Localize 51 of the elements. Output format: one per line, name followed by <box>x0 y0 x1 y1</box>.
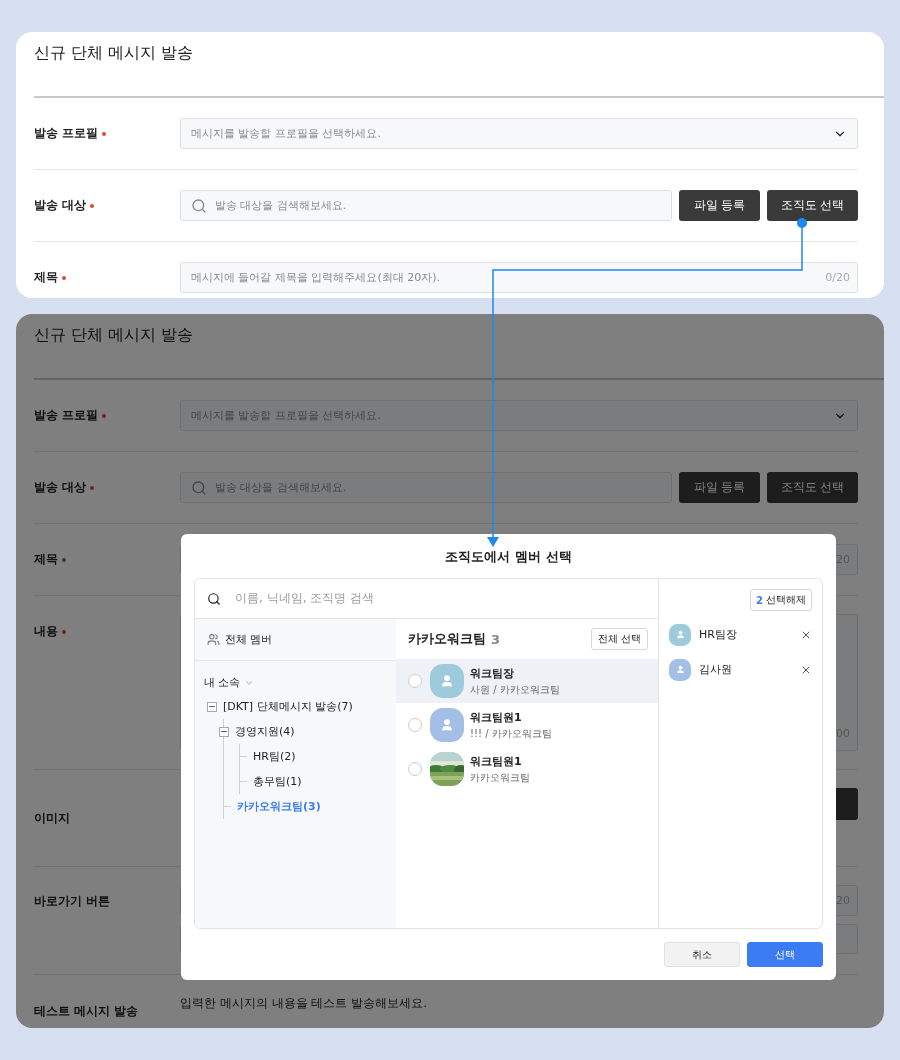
tree-item[interactable]: 총무팀(1) <box>253 774 302 789</box>
selected-member-name: HR팀장 <box>699 627 738 642</box>
team-name: 카카오워크팀 <box>408 630 486 648</box>
search-icon <box>207 591 221 606</box>
group-dropdown[interactable]: 내 소속 <box>195 661 396 694</box>
member-count: 3 <box>491 631 501 647</box>
tree-item[interactable]: 카카오워크팀(3) <box>237 799 321 814</box>
member-name: 워크팀장 <box>470 665 515 681</box>
action-button[interactable]: 조직도 선택 <box>767 190 858 221</box>
all-members-item[interactable]: 전체 멤버 <box>195 619 396 661</box>
collapse-icon[interactable] <box>207 701 217 712</box>
tree-item[interactable]: HR팀(2) <box>253 749 296 764</box>
clear-selection-button[interactable]: 2 선택해제 <box>750 589 812 611</box>
field-label: 테스트 메시지 발송 <box>34 1003 139 1020</box>
field-label: 제목 <box>34 551 58 568</box>
member-name: 워크팀원1 <box>470 709 523 725</box>
cancel-button[interactable]: 취소 <box>664 942 740 967</box>
member-detail: !!! / 카카오워크팀 <box>470 726 552 741</box>
radio-button[interactable] <box>408 674 422 688</box>
member-row[interactable]: 워크팀장 사원 / 카카오워크팀 <box>396 659 658 703</box>
field-label: 발송 프로필 <box>34 125 99 142</box>
description-text: 입력한 메시지의 내용을 테스트 발송해보세요. <box>180 995 428 1012</box>
confirm-button[interactable]: 선택 <box>747 942 823 967</box>
selected-member-name: 김사원 <box>699 662 733 677</box>
page-title: 신규 단체 메시지 발송 <box>34 324 195 346</box>
page-title: 신규 단체 메시지 발송 <box>34 42 195 64</box>
field-label: 제목 <box>34 269 58 286</box>
tree-item[interactable]: [DKT] 단체메시지 발송(7) <box>223 699 353 714</box>
tree-item[interactable]: 경영지원(4) <box>235 724 295 739</box>
select-all-button[interactable]: 전체 선택 <box>590 628 648 650</box>
action-button[interactable]: 파일 등록 <box>679 472 760 503</box>
field-label: 이미지 <box>34 809 70 827</box>
people-icon <box>207 633 220 646</box>
search-icon <box>191 479 207 496</box>
dialog-title: 조직도에서 멤버 선택 <box>444 548 573 566</box>
action-button[interactable]: 파일 등록 <box>679 190 760 221</box>
member-detail: 사원 / 카카오워크팀 <box>470 682 560 697</box>
field-label: 내용 <box>34 623 58 640</box>
collapse-icon[interactable] <box>219 726 229 737</box>
member-detail: 카카오워크팀 <box>470 770 530 785</box>
radio-button[interactable] <box>408 762 422 776</box>
member-row[interactable]: 워크팀원1 !!! / 카카오워크팀 <box>396 703 658 747</box>
radio-button[interactable] <box>408 718 422 732</box>
field-label: 발송 프로필 <box>34 407 99 424</box>
field-label: 발송 대상 <box>34 479 87 496</box>
action-button[interactable]: 조직도 선택 <box>767 472 858 503</box>
search-icon <box>191 197 207 214</box>
member-row[interactable]: 워크팀원1 카카오워크팀 <box>396 747 658 791</box>
member-name: 워크팀원1 <box>470 753 523 769</box>
field-label: 바로가기 버튼 <box>34 893 111 910</box>
field-label: 발송 대상 <box>34 197 87 214</box>
